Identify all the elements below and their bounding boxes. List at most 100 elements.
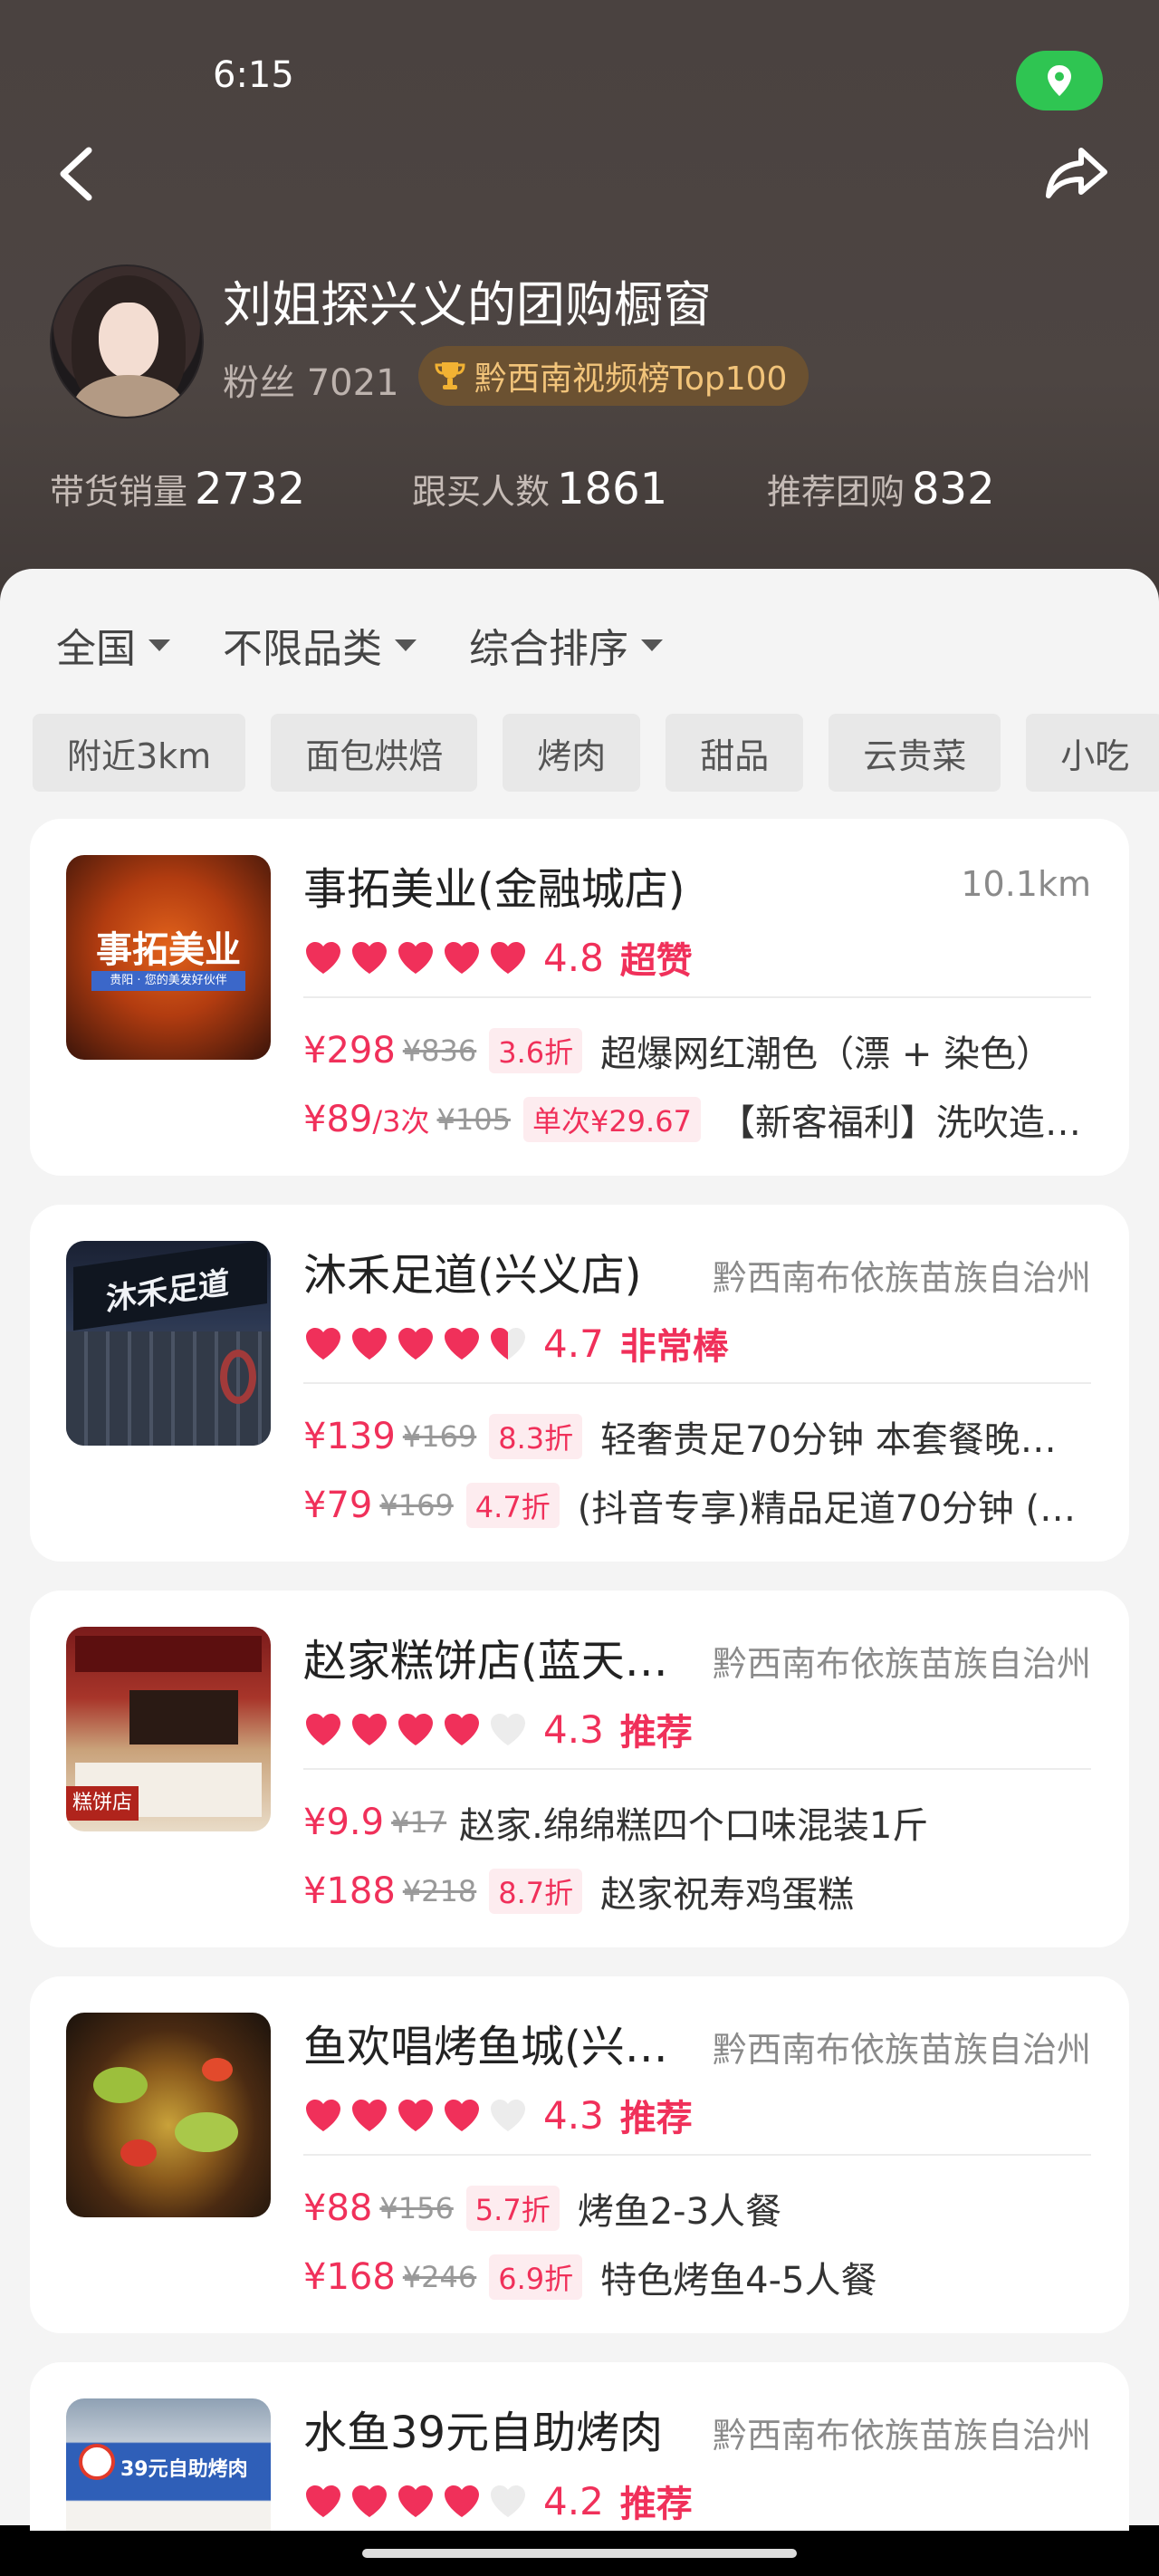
fans-value: 7021 (306, 362, 399, 404)
caret-down-icon (641, 639, 663, 651)
deal-price: ¥89/3次 (303, 1099, 430, 1140)
share-icon[interactable] (1041, 136, 1114, 208)
shop-name: 事拓美业(金融城店) (303, 864, 685, 915)
deal-discount-tag: 单次¥29.67 (522, 1097, 701, 1142)
shop-card[interactable]: 鱼欢唱烤鱼城(兴义店) 黔西南布依族苗族自治州 4.3 推荐 ¥88 ¥156 … (30, 1976, 1129, 2333)
deal-price: ¥88 (303, 2187, 373, 2229)
shop-card[interactable]: 39元自助烤肉 水鱼39元自助烤肉 黔西南布依族苗族自治州 4.2 推荐 (30, 2362, 1129, 2531)
shop-thumbnail: 39元自助烤肉 (66, 2398, 271, 2531)
deal-price: ¥9.9 (303, 1802, 385, 1843)
deal-item[interactable]: ¥9.9 ¥17 赵家.绵绵糕四个口味混装1斤 (303, 1795, 1091, 1850)
heart-icon (398, 2485, 433, 2517)
rating-score: 4.7 (543, 1321, 604, 1366)
rating-row: 4.8 超赞 (303, 931, 693, 984)
deal-title: 超爆网红潮色（漂 + 染色） (600, 1033, 1053, 1075)
deal-title: 烤鱼2-3人餐 (577, 2191, 782, 2233)
rating-label: 推荐 (619, 1712, 693, 1754)
deal-discount-tag: 5.7折 (465, 2186, 560, 2231)
heart-icon (445, 2485, 479, 2517)
deal-item[interactable]: ¥298 ¥836 3.6折 超爆网红潮色（漂 + 染色） (303, 1024, 1091, 1078)
shop-name: 水鱼39元自助烤肉 (303, 2408, 664, 2458)
thumb-brand-text: 糕饼店 (66, 1786, 139, 1821)
chip-yungui[interactable]: 云贵菜 (829, 714, 1001, 792)
shop-thumbnail (66, 2013, 271, 2217)
heart-icon (306, 2485, 340, 2517)
deal-original-price: ¥156 (379, 2191, 454, 2225)
filter-region[interactable]: 全国 (56, 616, 170, 674)
badge-label: 黔西南视频榜Top100 (474, 360, 788, 398)
deal-price: ¥188 (303, 1870, 396, 1912)
status-time: 6:15 (213, 54, 294, 96)
trophy-icon (435, 362, 465, 389)
empty-heart-icon (491, 2100, 525, 2131)
deal-price: ¥79 (303, 1485, 373, 1526)
deal-title: (抖音专享)精品足道70分钟 (限新客) (577, 1488, 1091, 1530)
rating-label: 非常棒 (619, 1326, 729, 1368)
filter-sort[interactable]: 综合排序 (469, 616, 663, 674)
shop-card[interactable]: 事拓美业 贵阳 · 您的美发好伙伴 事拓美业(金融城店) 10.1km 4.8 … (30, 819, 1129, 1176)
deal-title: 赵家祝寿鸡蛋糕 (600, 1874, 855, 1916)
divider (303, 2154, 1091, 2156)
stat-value: 1861 (557, 464, 668, 514)
heart-icon (352, 1714, 387, 1745)
heart-icon (398, 1328, 433, 1360)
back-icon[interactable] (53, 136, 107, 208)
deal-price-value: ¥89 (303, 1099, 373, 1140)
caret-down-icon (148, 639, 170, 651)
shop-card[interactable]: 沐禾足道 沐禾足道(兴义店) 黔西南布依族苗族自治州 4.7 非常棒 ¥139 … (30, 1205, 1129, 1562)
deal-item[interactable]: ¥88 ¥156 5.7折 烤鱼2-3人餐 (303, 2181, 1091, 2235)
shop-name: 鱼欢唱烤鱼城(兴义店) (303, 2022, 684, 2072)
deal-discount-tag: 4.7折 (465, 1483, 560, 1528)
shop-card[interactable]: 糕饼店 赵家糕饼店(蓝天店) 黔西南布依族苗族自治州 4.3 推荐 ¥9.9 ¥… (30, 1591, 1129, 1947)
shop-distance: 黔西南布依族苗族自治州 (712, 2030, 1091, 2070)
deal-price: ¥139 (303, 1416, 396, 1457)
shop-distance: 黔西南布依族苗族自治州 (712, 1258, 1091, 1298)
chip-nearby[interactable]: 附近3km (33, 714, 246, 792)
filter-category[interactable]: 不限品类 (223, 616, 417, 674)
rating-row: 4.7 非常棒 (303, 1317, 729, 1370)
deal-item[interactable]: ¥89/3次 ¥105 单次¥29.67 【新客福利】洗吹造型3次卡 (303, 1092, 1091, 1147)
divider (303, 1768, 1091, 1770)
deal-original-price: ¥17 (391, 1805, 447, 1840)
deal-title: 赵家.绵绵糕四个口味混装1斤 (459, 1805, 929, 1847)
heart-icon (352, 2100, 387, 2131)
deal-original-price: ¥836 (402, 1033, 477, 1068)
deal-discount-tag: 3.6折 (489, 1028, 583, 1073)
deal-item[interactable]: ¥188 ¥218 8.7折 赵家祝寿鸡蛋糕 (303, 1864, 1091, 1918)
heart-icon (352, 942, 387, 974)
chip-bbq[interactable]: 烤肉 (503, 714, 641, 792)
deal-original-price: ¥246 (402, 2260, 477, 2294)
chip-snacks[interactable]: 小吃 (1026, 714, 1159, 792)
deal-item[interactable]: ¥79 ¥169 4.7折 (抖音专享)精品足道70分钟 (限新客) (303, 1478, 1091, 1533)
empty-heart-icon (491, 1714, 525, 1745)
shop-thumbnail: 事拓美业 贵阳 · 您的美发好伙伴 (66, 855, 271, 1060)
shop-distance: 黔西南布依族苗族自治州 (712, 1644, 1091, 1684)
half-heart-icon (491, 1328, 525, 1360)
deal-title: 轻奢贵足70分钟 本套餐晚上1点后不可用 (600, 1419, 1091, 1461)
deal-item[interactable]: ¥139 ¥169 8.3折 轻奢贵足70分钟 本套餐晚上1点后不可用 (303, 1409, 1091, 1464)
rating-score: 4.3 (543, 1706, 604, 1752)
divider (303, 1382, 1091, 1384)
deal-price-unit: /3次 (372, 1104, 430, 1139)
home-indicator[interactable] (362, 2549, 797, 2558)
shop-thumbnail: 糕饼店 (66, 1627, 271, 1831)
filter-label: 综合排序 (469, 626, 628, 672)
divider (303, 996, 1091, 998)
stat-sales: 带货销量 2732 (50, 464, 412, 514)
fans-label: 粉丝 (223, 362, 295, 404)
deal-discount-tag: 8.7折 (489, 1869, 583, 1914)
deal-discount-tag: 8.3折 (489, 1414, 583, 1459)
heart-icon (398, 2100, 433, 2131)
stat-value: 832 (912, 464, 995, 514)
thumb-brand-text: 39元自助烤肉 (120, 2458, 248, 2481)
deal-title: 特色烤鱼4-5人餐 (600, 2260, 877, 2302)
heart-icon (306, 1328, 340, 1360)
shop-name: 沐禾足道(兴义店) (303, 1250, 642, 1301)
deal-item[interactable]: ¥168 ¥246 6.9折 特色烤鱼4-5人餐 (303, 2250, 1091, 2304)
chip-bakery[interactable]: 面包烘焙 (271, 714, 478, 792)
avatar[interactable] (50, 264, 204, 418)
deal-original-price: ¥169 (402, 1419, 477, 1454)
caret-down-icon (395, 639, 417, 651)
ranking-badge[interactable]: 黔西南视频榜Top100 (418, 346, 809, 406)
chip-dessert[interactable]: 甜品 (666, 714, 804, 792)
